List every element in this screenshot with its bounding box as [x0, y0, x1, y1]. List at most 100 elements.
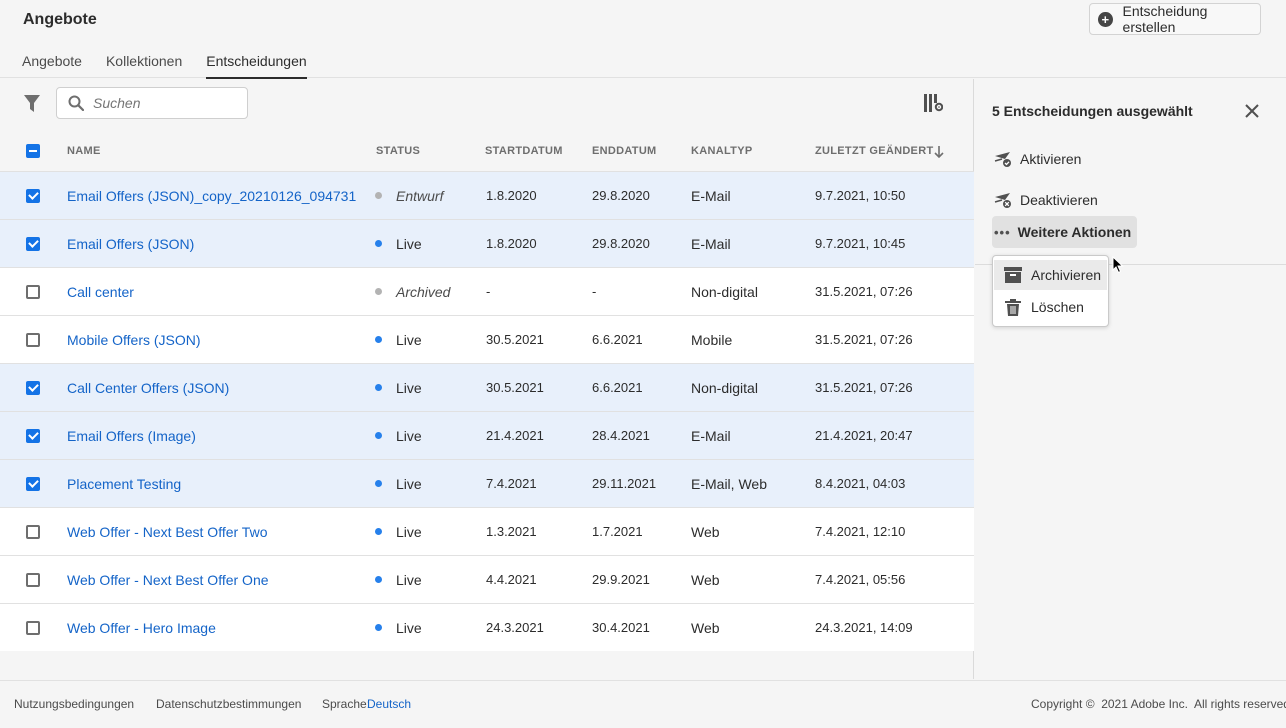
column-header-name[interactable]: NAME	[67, 145, 101, 157]
sort-descending-icon[interactable]	[934, 146, 944, 158]
table-row[interactable]: Placement Testing Live 7.4.2021 29.11.2021 E…	[0, 459, 974, 507]
status-dot	[375, 528, 382, 535]
status-text: Live	[396, 571, 422, 588]
channel-type: Non-digital	[691, 283, 758, 300]
channel-type: Web	[691, 571, 720, 588]
table-row[interactable]: Email Offers (JSON) Live 1.8.2020 29.8.2020…	[0, 219, 974, 267]
end-date: 6.6.2021	[592, 380, 643, 395]
status-text: Live	[396, 619, 422, 636]
menu-item-delete[interactable]: Löschen	[994, 292, 1107, 322]
status-dot	[375, 240, 382, 247]
status-dot	[375, 336, 382, 343]
decision-name-link[interactable]: Web Offer - Hero Image	[67, 620, 216, 636]
status-text: Live	[396, 379, 422, 396]
status-dot	[375, 192, 382, 199]
search-field[interactable]	[56, 87, 248, 119]
last-modified: 31.5.2021, 07:26	[815, 332, 913, 347]
decision-name-link[interactable]: Mobile Offers (JSON)	[67, 332, 201, 348]
copyright-text: Copyright © 2021 Adobe Inc. All rights r…	[1031, 697, 1286, 711]
decision-name-link[interactable]: Call Center Offers (JSON)	[67, 380, 229, 396]
end-date: 30.4.2021	[592, 620, 650, 635]
row-checkbox[interactable]	[26, 236, 40, 251]
select-all-checkbox[interactable]	[26, 144, 40, 158]
column-header-end-date[interactable]: ENDDATUM	[592, 145, 657, 157]
table-row[interactable]: Email Offers (JSON)_copy_20210126_094731…	[0, 171, 974, 219]
privacy-link[interactable]: Datenschutzbestimmungen	[156, 697, 301, 711]
create-decision-button[interactable]: + Entscheidung erstellen	[1089, 3, 1261, 35]
start-date: 30.5.2021	[486, 380, 544, 395]
table-row[interactable]: Web Offer - Hero Image Live 24.3.2021 30.4.…	[0, 603, 974, 651]
search-input[interactable]	[93, 95, 233, 111]
row-checkbox[interactable]	[26, 188, 40, 203]
table-row[interactable]: Web Offer - Next Best Offer One Live 4.4.2…	[0, 555, 974, 603]
status-text: Live	[396, 475, 422, 492]
row-checkbox[interactable]	[26, 332, 40, 347]
page-title: Angebote	[23, 11, 97, 28]
start-date: 1.8.2020	[486, 236, 537, 251]
column-header-start-date[interactable]: STARTDATUM	[485, 145, 563, 157]
status-dot	[375, 384, 382, 391]
language-label: Sprache:	[322, 697, 371, 711]
status-text: Live	[396, 523, 422, 540]
row-checkbox[interactable]	[26, 620, 40, 635]
tab-offers[interactable]: Angebote	[22, 45, 82, 78]
start-date: 30.5.2021	[486, 332, 544, 347]
end-date: 29.8.2020	[592, 188, 650, 203]
last-modified: 8.4.2021, 04:03	[815, 476, 906, 491]
tab-collections[interactable]: Kollektionen	[106, 45, 182, 78]
channel-type: Web	[691, 523, 720, 540]
row-checkbox[interactable]	[26, 428, 40, 443]
decision-name-link[interactable]: Call center	[67, 284, 134, 300]
row-checkbox[interactable]	[26, 524, 40, 539]
page-footer: Nutzungsbedingungen Datenschutzbestimmun…	[0, 680, 1286, 728]
channel-type: Non-digital	[691, 379, 758, 396]
close-icon[interactable]	[1244, 103, 1260, 119]
decision-name-link[interactable]: Web Offer - Next Best Offer One	[67, 572, 269, 588]
status-text: Live	[396, 427, 422, 444]
start-date: -	[486, 284, 491, 299]
table-row[interactable]: Mobile Offers (JSON) Live 30.5.2021 6.6.202…	[0, 315, 974, 363]
channel-type: E-Mail	[691, 235, 731, 252]
more-icon: •••	[994, 224, 1011, 240]
start-date: 21.4.2021	[486, 428, 544, 443]
end-date: 29.9.2021	[592, 572, 650, 587]
row-checkbox[interactable]	[26, 380, 40, 395]
start-date: 4.4.2021	[486, 572, 537, 587]
menu-item-archive[interactable]: Archivieren	[994, 260, 1107, 290]
activate-button[interactable]: Aktivieren	[992, 143, 1086, 175]
channel-type: E-Mail, Web	[691, 475, 767, 492]
last-modified: 31.5.2021, 07:26	[815, 380, 913, 395]
tab-decisions[interactable]: Entscheidungen	[206, 45, 308, 79]
table-row[interactable]: Web Offer - Next Best Offer Two Live 1.3.2…	[0, 507, 974, 555]
table-row[interactable]: Call Center Offers (JSON) Live 30.5.2021 6.…	[0, 363, 974, 411]
column-header-channel-type[interactable]: KANALTYP	[691, 145, 752, 157]
more-actions-label: Weitere Aktionen	[1017, 224, 1132, 240]
activate-label: Aktivieren	[1020, 151, 1082, 167]
decision-name-link[interactable]: Web Offer - Next Best Offer Two	[67, 524, 267, 540]
table-row[interactable]: Email Offers (Image) Live 21.4.2021 28.4.20…	[0, 411, 974, 459]
decision-name-link[interactable]: Email Offers (JSON)	[67, 236, 194, 252]
end-date: 29.11.2021	[592, 476, 657, 491]
end-date: 1.7.2021	[592, 524, 643, 539]
more-actions-button[interactable]: ••• Weitere Aktionen	[992, 216, 1138, 248]
row-checkbox[interactable]	[26, 284, 40, 299]
decision-name-link[interactable]: Email Offers (Image)	[67, 428, 196, 444]
column-settings-icon[interactable]	[924, 94, 943, 112]
row-checkbox[interactable]	[26, 476, 40, 491]
channel-type: E-Mail	[691, 187, 731, 204]
decision-name-link[interactable]: Email Offers (JSON)_copy_20210126_094731	[67, 188, 356, 204]
status-dot	[375, 576, 382, 583]
deactivate-button[interactable]: Deaktivieren	[992, 184, 1103, 216]
last-modified: 9.7.2021, 10:45	[815, 236, 906, 251]
row-checkbox[interactable]	[26, 572, 40, 587]
column-header-status[interactable]: STATUS	[376, 145, 420, 157]
terms-link[interactable]: Nutzungsbedingungen	[14, 697, 134, 711]
filter-icon[interactable]	[24, 95, 40, 113]
decision-name-link[interactable]: Placement Testing	[67, 476, 181, 492]
last-modified: 9.7.2021, 10:50	[815, 188, 906, 203]
table-row[interactable]: Call center Archived - - Non-digital 31.5.202…	[0, 267, 974, 315]
column-header-last-modified[interactable]: ZULETZT GEÄNDERT	[815, 145, 933, 157]
archive-label: Archivieren	[1031, 267, 1102, 283]
archive-icon	[1004, 267, 1022, 283]
language-link[interactable]: Deutsch	[367, 697, 411, 711]
